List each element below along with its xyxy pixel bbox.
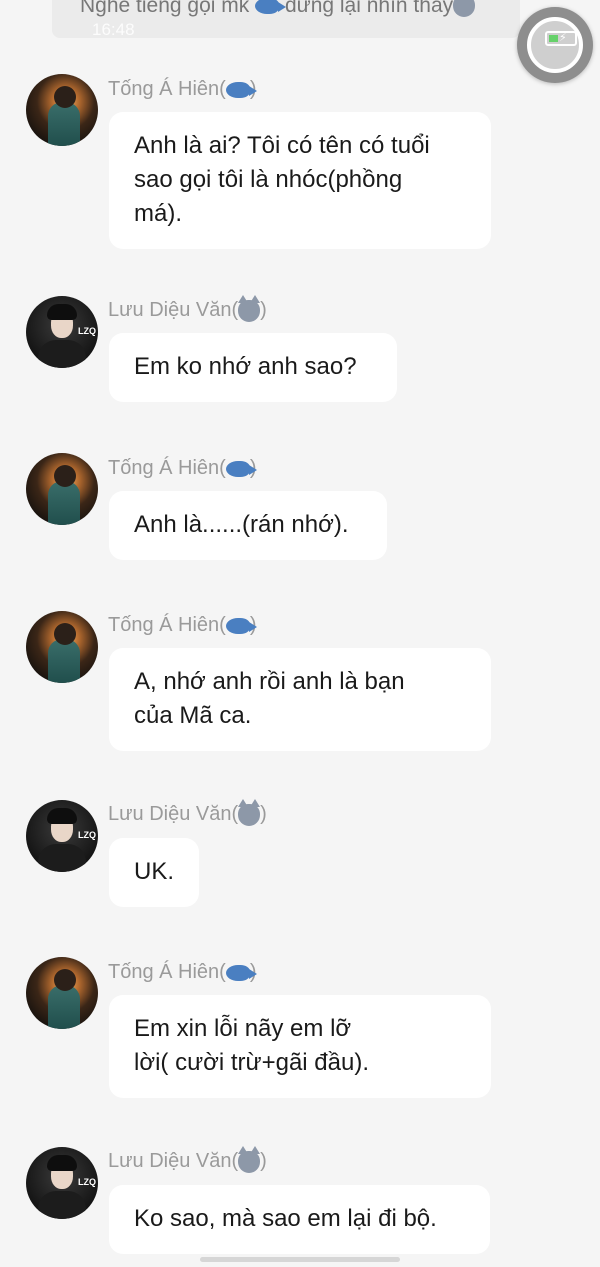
sender-name: Lưu Diệu Văn()	[108, 294, 267, 322]
message-bubble[interactable]: A, nhớ anh rồi anh là bạn của Mã ca.	[109, 648, 491, 751]
avatar[interactable]: LZQ	[26, 800, 98, 872]
status-time: 16:48	[92, 20, 135, 38]
sender-name: Tống Á Hiên()	[108, 614, 257, 637]
message-line: A, nhớ anh rồi anh là bạn	[134, 668, 405, 695]
avatar[interactable]	[26, 611, 98, 683]
avatar[interactable]	[26, 957, 98, 1029]
whale-icon	[255, 0, 287, 15]
wolf-icon	[238, 798, 261, 826]
avatar[interactable]	[26, 74, 98, 146]
sender-name: Tống Á Hiên()	[108, 961, 257, 984]
message-line: má).	[134, 200, 182, 227]
sender-name: Lưu Diệu Văn()	[108, 1145, 267, 1173]
notification-banner[interactable]: Nghe tiếng gọi mk dừng lại nhìn thấy 16:…	[52, 0, 520, 38]
message-bubble[interactable]: Anh là ai? Tôi có tên có tuổi sao gọi tô…	[109, 112, 491, 249]
message-line: Em xin lỗi nãy em lỡ	[134, 1015, 352, 1042]
message-bubble[interactable]: UK.	[109, 838, 199, 907]
message-line: Em ko nhớ anh sao?	[134, 353, 357, 380]
wolf-icon	[238, 1145, 261, 1173]
sender-name: Tống Á Hiên()	[108, 78, 257, 101]
message-bubble[interactable]: Em ko nhớ anh sao?	[109, 333, 397, 402]
notification-text-part1: Nghe tiếng gọi mk	[80, 0, 250, 17]
avatar[interactable]: LZQ	[26, 296, 98, 368]
message-line: sao gọi tôi là nhóc(phồng	[134, 166, 403, 193]
message-line: Anh là ai? Tôi có tên có tuổi	[134, 132, 430, 159]
whale-icon	[225, 460, 257, 477]
home-indicator[interactable]	[200, 1257, 400, 1262]
notification-text: Nghe tiếng gọi mk dừng lại nhìn thấy	[80, 0, 476, 18]
message-line: lời( cười trừ+gãi đầu).	[134, 1049, 370, 1076]
notification-text-part2: dừng lại nhìn thấy	[284, 0, 454, 17]
whale-icon	[225, 964, 257, 981]
message-line: của Mã ca.	[134, 702, 252, 729]
avatar[interactable]	[26, 453, 98, 525]
message-line: Anh là......(rán nhớ).	[134, 511, 349, 538]
wolf-icon	[453, 0, 476, 18]
sender-name: Lưu Diệu Văn()	[108, 798, 267, 826]
whale-icon	[225, 617, 257, 634]
battery-icon: ⚡	[545, 31, 577, 46]
sender-name: Tống Á Hiên()	[108, 457, 257, 480]
message-line: UK.	[134, 858, 175, 885]
wolf-icon	[238, 294, 261, 322]
message-line: Ko sao, mà sao em lại đi bộ.	[134, 1205, 437, 1232]
whale-icon	[225, 81, 257, 98]
message-bubble[interactable]: Ko sao, mà sao em lại đi bộ.	[109, 1185, 490, 1254]
message-bubble[interactable]: Em xin lỗi nãy em lỡ lời( cười trừ+gãi đ…	[109, 995, 491, 1098]
message-bubble[interactable]: Anh là......(rán nhớ).	[109, 491, 387, 560]
avatar[interactable]: LZQ	[26, 1147, 98, 1219]
